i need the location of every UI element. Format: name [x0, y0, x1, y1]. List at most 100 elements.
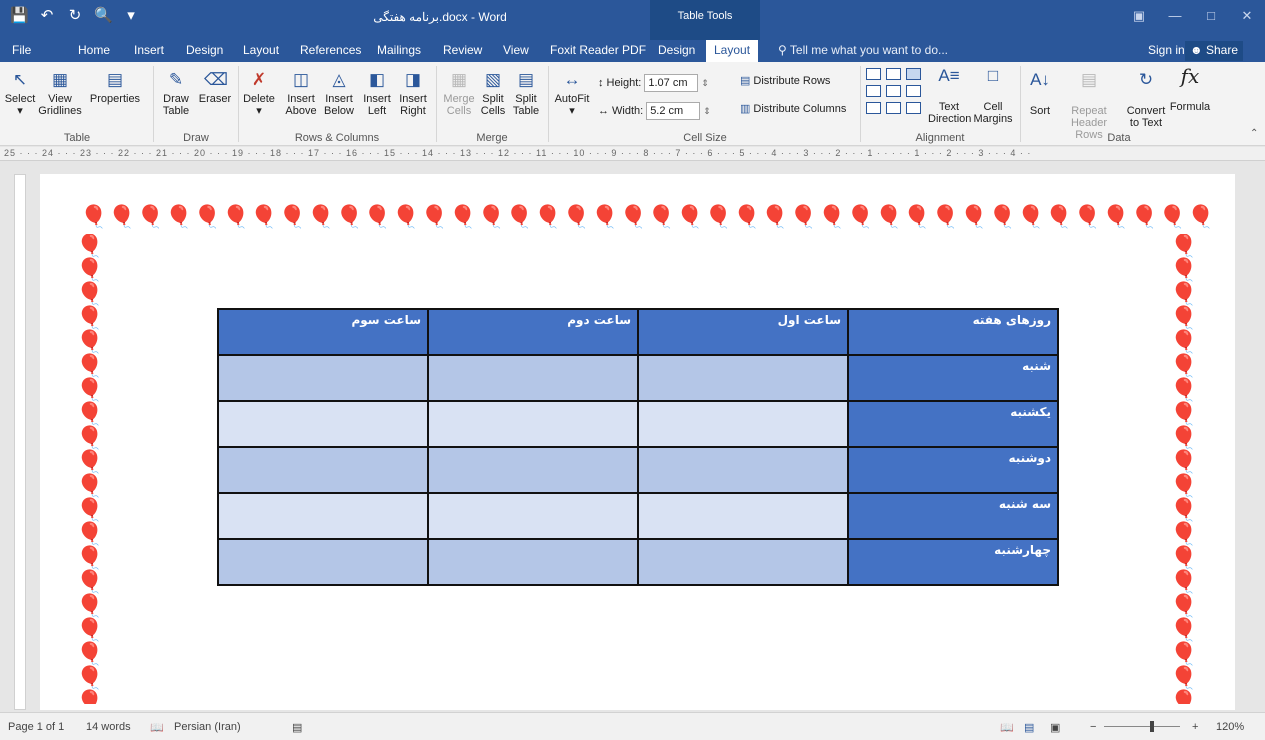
- table-cell[interactable]: [427, 354, 639, 402]
- zoom-in-icon[interactable]: +: [1192, 721, 1198, 733]
- draw-table-button[interactable]: ✎ Draw Table: [158, 70, 194, 117]
- properties-button[interactable]: ▤ Properties: [84, 70, 146, 105]
- align-top-left-icon[interactable]: [866, 68, 881, 80]
- table-cell[interactable]: [637, 354, 849, 402]
- width-input[interactable]: 5.2 cm: [646, 102, 701, 120]
- day-cell[interactable]: سه شنبه: [847, 492, 1059, 540]
- table-header-cell[interactable]: ساعت اول: [637, 308, 849, 356]
- table-cell[interactable]: [427, 492, 639, 540]
- table-header-cell[interactable]: ساعت دوم: [427, 308, 639, 356]
- print-preview-icon[interactable]: 🔍: [94, 6, 113, 24]
- print-layout-icon[interactable]: ▤: [1024, 721, 1034, 734]
- tab-home[interactable]: Home: [78, 43, 110, 57]
- table-cell[interactable]: [217, 492, 429, 540]
- customize-qat-icon[interactable]: ▾: [122, 6, 140, 24]
- tab-view[interactable]: View: [503, 43, 529, 57]
- table-cell[interactable]: [217, 538, 429, 586]
- undo-icon[interactable]: ↶: [38, 6, 56, 24]
- zoom-slider[interactable]: [1104, 726, 1180, 727]
- table-cell[interactable]: [427, 400, 639, 448]
- sign-in-link[interactable]: Sign in: [1148, 43, 1185, 57]
- split-cells-button[interactable]: ▧ Split Cells: [478, 70, 508, 117]
- insert-below-button[interactable]: ◬ Insert Below: [320, 70, 358, 117]
- tab-table-layout[interactable]: Layout: [706, 40, 759, 62]
- merge-cells-button[interactable]: ▦ Merge Cells: [442, 70, 476, 117]
- split-table-button[interactable]: ▤ Split Table: [510, 70, 542, 117]
- ribbon-display-options-icon[interactable]: ▣: [1121, 0, 1157, 32]
- distribute-rows-button[interactable]: ▤ Distribute Rows: [740, 74, 830, 88]
- tab-foxit-reader-pdf[interactable]: Foxit Reader PDF: [550, 43, 646, 57]
- cell-margins-button[interactable]: □ Cell Margins: [972, 66, 1014, 125]
- table-cell[interactable]: [427, 538, 639, 586]
- zoom-slider-thumb[interactable]: [1150, 721, 1154, 732]
- word-count[interactable]: 14 words: [86, 721, 131, 733]
- collapse-ribbon-icon[interactable]: ⌃: [1250, 128, 1258, 139]
- proofing-icon[interactable]: 📖: [150, 721, 164, 734]
- tell-me-search[interactable]: ⚲ Tell me what you want to do...: [778, 43, 948, 57]
- align-center-right-icon[interactable]: [906, 85, 921, 97]
- horizontal-ruler[interactable]: 25 · · · 24 · · · 23 · · · 22 · · · 21 ·…: [0, 147, 1265, 161]
- sort-button[interactable]: A↓ Sort: [1026, 70, 1054, 117]
- page-count[interactable]: Page 1 of 1: [8, 721, 64, 733]
- zoom-level[interactable]: 120%: [1216, 721, 1244, 733]
- day-cell[interactable]: دوشنبه: [847, 446, 1059, 494]
- save-icon[interactable]: 💾: [10, 6, 29, 24]
- tab-design[interactable]: Design: [186, 43, 223, 57]
- repeat-header-rows-button[interactable]: ▤ Repeat Header Rows: [1058, 70, 1120, 141]
- select-button[interactable]: ↖ Select ▾: [4, 70, 36, 117]
- table-header-cell[interactable]: ساعت سوم: [217, 308, 429, 356]
- table-cell[interactable]: [217, 446, 429, 494]
- maximize-icon[interactable]: □: [1193, 0, 1229, 32]
- day-cell[interactable]: چهارشنبه: [847, 538, 1059, 586]
- formula-button[interactable]: fx Formula: [1168, 66, 1212, 113]
- width-spinner-icon[interactable]: ⇕: [703, 106, 711, 117]
- delete-button[interactable]: ✗ Delete ▾: [242, 70, 276, 117]
- language-indicator[interactable]: Persian (Iran): [174, 721, 241, 733]
- text-direction-button[interactable]: A≡ Text Direction: [928, 66, 971, 125]
- table-cell[interactable]: [637, 446, 849, 494]
- redo-icon[interactable]: ↻: [66, 6, 84, 24]
- insert-above-button[interactable]: ◫ Insert Above: [284, 70, 318, 117]
- vertical-ruler[interactable]: [14, 174, 26, 710]
- document-page[interactable]: 🎈🎈🎈🎈🎈🎈🎈🎈🎈🎈🎈🎈🎈🎈🎈🎈🎈🎈🎈🎈🎈🎈🎈🎈🎈🎈🎈🎈🎈🎈🎈🎈🎈🎈🎈🎈🎈🎈🎈🎈…: [40, 174, 1235, 710]
- table-cell[interactable]: [427, 446, 639, 494]
- day-cell[interactable]: یکشنبه: [847, 400, 1059, 448]
- tab-review[interactable]: Review: [443, 43, 482, 57]
- insert-left-button[interactable]: ◧ Insert Left: [360, 70, 394, 117]
- macro-recording-icon[interactable]: ▤: [292, 721, 302, 734]
- table-cell[interactable]: [637, 400, 849, 448]
- tab-file[interactable]: File: [12, 43, 31, 57]
- tab-insert[interactable]: Insert: [134, 43, 164, 57]
- web-layout-icon[interactable]: ▣: [1050, 721, 1060, 734]
- weekly-schedule-table[interactable]: روزهای هفته ساعت اول ساعت دوم ساعت سوم ش…: [217, 308, 1059, 586]
- view-gridlines-button[interactable]: ▦ View Gridlines: [38, 70, 82, 117]
- table-cell[interactable]: [217, 400, 429, 448]
- table-cell[interactable]: [217, 354, 429, 402]
- convert-to-text-button[interactable]: ↻ Convert to Text: [1124, 70, 1168, 129]
- align-center-left-icon[interactable]: [866, 85, 881, 97]
- insert-right-button[interactable]: ◨ Insert Right: [396, 70, 430, 117]
- share-button[interactable]: ☻ Share: [1185, 41, 1244, 61]
- align-bottom-center-icon[interactable]: [886, 102, 901, 114]
- table-header-cell[interactable]: روزهای هفته: [847, 308, 1059, 356]
- autofit-button[interactable]: ↔ AutoFit ▾: [552, 70, 592, 117]
- tab-mailings[interactable]: Mailings: [377, 43, 421, 57]
- eraser-button[interactable]: ⌫ Eraser: [196, 70, 234, 105]
- align-center-icon[interactable]: [886, 85, 901, 97]
- day-cell[interactable]: شنبه: [847, 354, 1059, 402]
- read-mode-icon[interactable]: 📖: [1000, 721, 1014, 734]
- height-input[interactable]: 1.07 cm: [644, 74, 699, 92]
- table-cell[interactable]: [637, 492, 849, 540]
- minimize-icon[interactable]: —: [1157, 0, 1193, 32]
- distribute-columns-button[interactable]: ▥ Distribute Columns: [740, 102, 846, 116]
- tab-references[interactable]: References: [300, 43, 361, 57]
- align-top-center-icon[interactable]: [886, 68, 901, 80]
- table-cell[interactable]: [637, 538, 849, 586]
- align-bottom-right-icon[interactable]: [906, 102, 921, 114]
- tab-layout[interactable]: Layout: [243, 43, 279, 57]
- close-icon[interactable]: ✕: [1229, 0, 1265, 32]
- tab-table-design[interactable]: Design: [658, 43, 695, 57]
- align-top-right-icon[interactable]: [906, 68, 921, 80]
- height-spinner-icon[interactable]: ⇕: [701, 78, 709, 89]
- align-bottom-left-icon[interactable]: [866, 102, 881, 114]
